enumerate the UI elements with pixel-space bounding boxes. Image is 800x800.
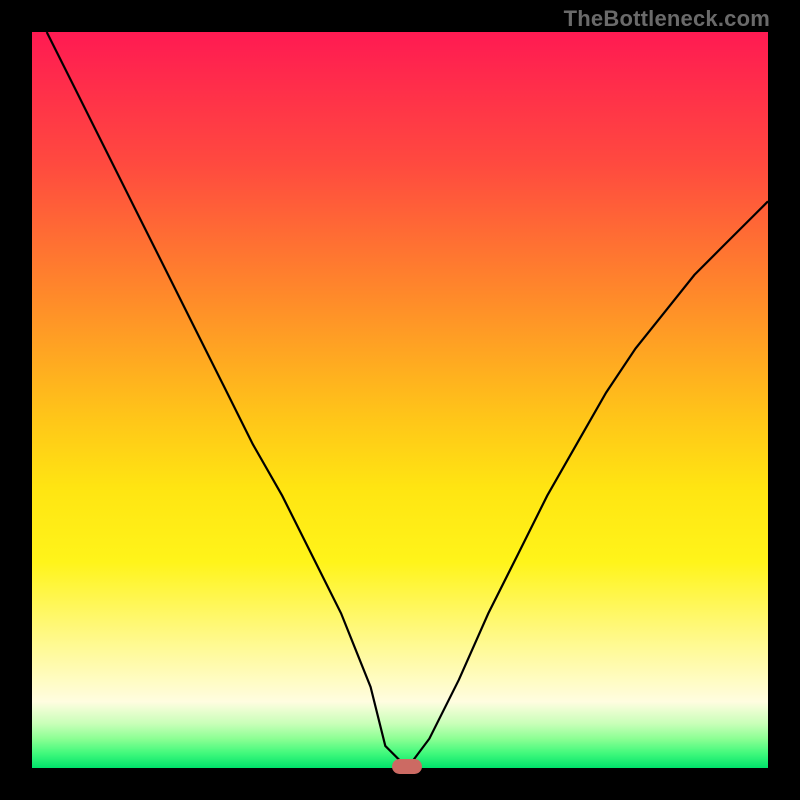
curve-line: [47, 32, 768, 768]
watermark-text: TheBottleneck.com: [564, 6, 770, 32]
plot-area: [32, 32, 768, 768]
optimum-marker: [392, 759, 422, 774]
bottleneck-curve: [32, 32, 768, 768]
